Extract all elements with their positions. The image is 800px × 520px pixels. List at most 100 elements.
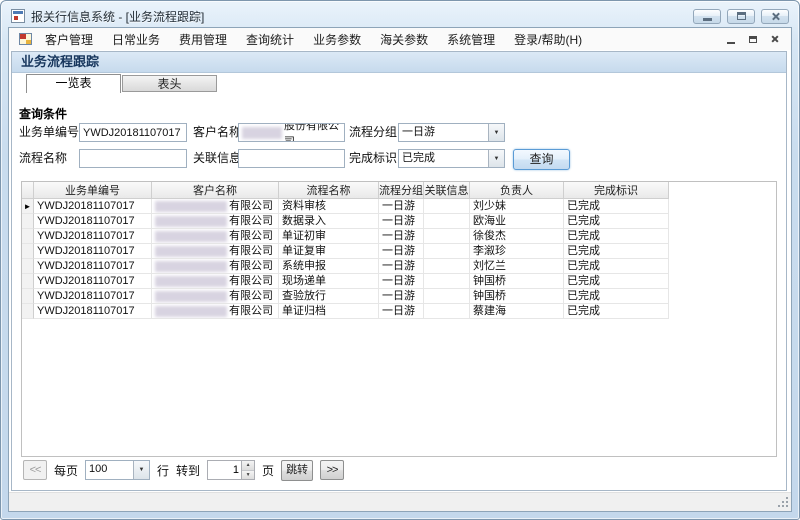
menu-item-4[interactable]: 业务参数 (308, 28, 366, 51)
close-button[interactable] (761, 9, 789, 24)
customer-input[interactable]: 股份有限公司 (238, 123, 345, 142)
flow-group-select[interactable]: 一日游 ▼ (398, 123, 505, 142)
window-title: 报关行信息系统 - [业务流程跟踪] (31, 8, 204, 25)
cell-col-2: 查验放行 (279, 289, 379, 304)
mdi-restore-icon (749, 36, 757, 43)
minimize-button[interactable] (693, 9, 721, 24)
customer-visible-text: 股份有限公司 (284, 123, 344, 142)
order-no-input[interactable] (79, 123, 187, 142)
chevron-down-icon[interactable]: ▼ (488, 124, 504, 141)
titlebar[interactable]: 报关行信息系统 - [业务流程跟踪] (11, 6, 789, 26)
complete-flag-select[interactable]: 已完成 ▼ (398, 149, 505, 168)
grid-header-col-0[interactable]: 业务单编号 (34, 182, 152, 199)
cell-col-0: YWDJ20181107017 (34, 214, 152, 229)
table-row[interactable]: YWDJ20181107017有限公司查验放行一日游钟国桥已完成 (22, 289, 776, 304)
rows-label: 行 (157, 462, 169, 479)
customer-visible-text: 有限公司 (229, 305, 273, 318)
cell-col-2: 现场递单 (279, 274, 379, 289)
customer-visible-text: 有限公司 (229, 290, 273, 303)
cell-col-2: 单证初审 (279, 229, 379, 244)
menu-item-1[interactable]: 日常业务 (107, 28, 165, 51)
cell-col-4 (424, 244, 470, 259)
flow-group-label: 流程分组 (349, 123, 397, 141)
cell-col-5: 蔡建海 (470, 304, 564, 319)
redacted-block (242, 127, 282, 139)
jump-button[interactable]: 跳转 (281, 460, 313, 481)
mdi-close-button[interactable] (766, 32, 783, 47)
cell-col-3: 一日游 (379, 304, 424, 319)
menu-item-2[interactable]: 费用管理 (174, 28, 232, 51)
spin-down-icon[interactable]: ▼ (242, 471, 254, 480)
grid-header-col-1[interactable]: 客户名称 (152, 182, 279, 199)
cell-col-0: YWDJ20181107017 (34, 274, 152, 289)
cell-customer: 有限公司 (152, 214, 279, 229)
cell-col-4 (424, 229, 470, 244)
search-button[interactable]: 查询 (513, 149, 570, 170)
grid-header-col-5[interactable]: 负责人 (470, 182, 564, 199)
cell-col-5: 刘忆兰 (470, 259, 564, 274)
row-selector (22, 214, 34, 229)
cell-col-3: 一日游 (379, 259, 424, 274)
table-row[interactable]: YWDJ20181107017有限公司单证初审一日游徐俊杰已完成 (22, 229, 776, 244)
related-info-input[interactable] (238, 149, 345, 168)
statusbar (9, 492, 791, 511)
cell-col-2: 单证归档 (279, 304, 379, 319)
chevron-down-icon[interactable]: ▼ (133, 461, 149, 479)
menu-item-5[interactable]: 海关参数 (375, 28, 433, 51)
grid-body: ►YWDJ20181107017有限公司资料审核一日游刘少妹已完成YWDJ201… (22, 199, 776, 319)
menu-item-7[interactable]: 登录/帮助(H) (509, 28, 587, 51)
next-page-button[interactable]: >> (320, 460, 344, 480)
cell-col-6: 已完成 (564, 229, 669, 244)
flow-group-value: 一日游 (402, 125, 435, 140)
per-page-select[interactable]: 100 ▼ (85, 460, 150, 480)
row-selector (22, 274, 34, 289)
cell-col-4 (424, 274, 470, 289)
app-icon (11, 9, 25, 23)
close-icon (771, 12, 780, 21)
customer-visible-text: 有限公司 (229, 215, 273, 228)
client-area: 客户管理日常业务费用管理查询统计业务参数海关参数系统管理登录/帮助(H) 业务流… (8, 27, 792, 512)
table-row[interactable]: YWDJ20181107017有限公司单证归档一日游蔡建海已完成 (22, 304, 776, 319)
table-row[interactable]: YWDJ20181107017有限公司系统申报一日游刘忆兰已完成 (22, 259, 776, 274)
mdi-minimize-icon (727, 42, 735, 44)
tab-overview[interactable]: 一览表 (26, 74, 121, 93)
mdi-close-icon (771, 35, 779, 43)
menu-item-6[interactable]: 系统管理 (442, 28, 500, 51)
table-row[interactable]: YWDJ20181107017有限公司数据录入一日游欧海业已完成 (22, 214, 776, 229)
cell-col-6: 已完成 (564, 289, 669, 304)
mdi-minimize-button[interactable] (722, 32, 739, 47)
mdi-restore-button[interactable] (744, 32, 761, 47)
page-number-stepper[interactable]: ▲ ▼ (207, 460, 255, 480)
table-row[interactable]: YWDJ20181107017有限公司单证复审一日游李溆珍已完成 (22, 244, 776, 259)
per-page-value: 100 (89, 462, 107, 477)
grid-header-col-2[interactable]: 流程名称 (279, 182, 379, 199)
prev-page-button[interactable]: << (23, 460, 47, 480)
complete-flag-value: 已完成 (402, 151, 435, 166)
grid-header-col-4[interactable]: 关联信息 (424, 182, 470, 199)
chevron-down-icon[interactable]: ▼ (488, 150, 504, 167)
goto-label: 转到 (176, 462, 200, 479)
table-row[interactable]: ►YWDJ20181107017有限公司资料审核一日游刘少妹已完成 (22, 199, 776, 214)
cell-col-4 (424, 214, 470, 229)
customer-visible-text: 有限公司 (229, 230, 273, 243)
restore-button[interactable] (727, 9, 755, 24)
flow-name-label: 流程名称 (19, 149, 67, 167)
cell-customer: 有限公司 (152, 244, 279, 259)
page-number-input[interactable] (208, 461, 241, 479)
tab-header[interactable]: 表头 (122, 75, 217, 92)
resize-grip[interactable] (777, 497, 788, 508)
table-row[interactable]: YWDJ20181107017有限公司现场递单一日游钟国桥已完成 (22, 274, 776, 289)
flow-name-input[interactable] (79, 149, 187, 168)
grid-header: 业务单编号客户名称流程名称流程分组关联信息负责人完成标识 (22, 182, 776, 199)
cell-customer: 有限公司 (152, 274, 279, 289)
redacted-block (155, 246, 227, 257)
grid-header-col-3[interactable]: 流程分组 (379, 182, 424, 199)
menu-item-3[interactable]: 查询统计 (241, 28, 299, 51)
spin-up-icon[interactable]: ▲ (242, 461, 254, 471)
page-title: 业务流程跟踪 (12, 52, 786, 73)
cell-customer: 有限公司 (152, 229, 279, 244)
grid-header-col-6[interactable]: 完成标识 (564, 182, 669, 199)
menu-item-0[interactable]: 客户管理 (40, 28, 98, 51)
cell-col-2: 资料审核 (279, 199, 379, 214)
form-icon (19, 33, 32, 45)
